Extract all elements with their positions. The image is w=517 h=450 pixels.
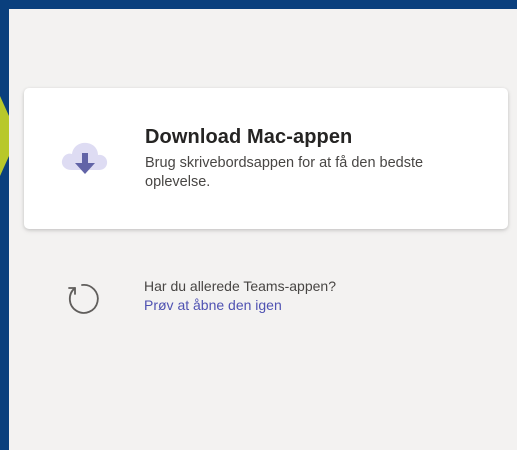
- download-mac-app-card[interactable]: Download Mac-appen Brug skrivebordsappen…: [24, 88, 508, 229]
- reopen-section: Har du allerede Teams-appen? Prøv at åbn…: [24, 274, 508, 334]
- reopen-question: Har du allerede Teams-appen?: [144, 278, 336, 294]
- download-title: Download Mac-appen: [145, 126, 353, 148]
- download-description: Brug skrivebordsappen for at få den beds…: [145, 155, 424, 190]
- refresh-icon: [63, 280, 101, 318]
- reopen-link[interactable]: Prøv at åbne den igen: [144, 297, 282, 313]
- cloud-download-icon: [58, 138, 112, 178]
- launcher-panel: Download Mac-appen Brug skrivebordsappen…: [9, 9, 517, 450]
